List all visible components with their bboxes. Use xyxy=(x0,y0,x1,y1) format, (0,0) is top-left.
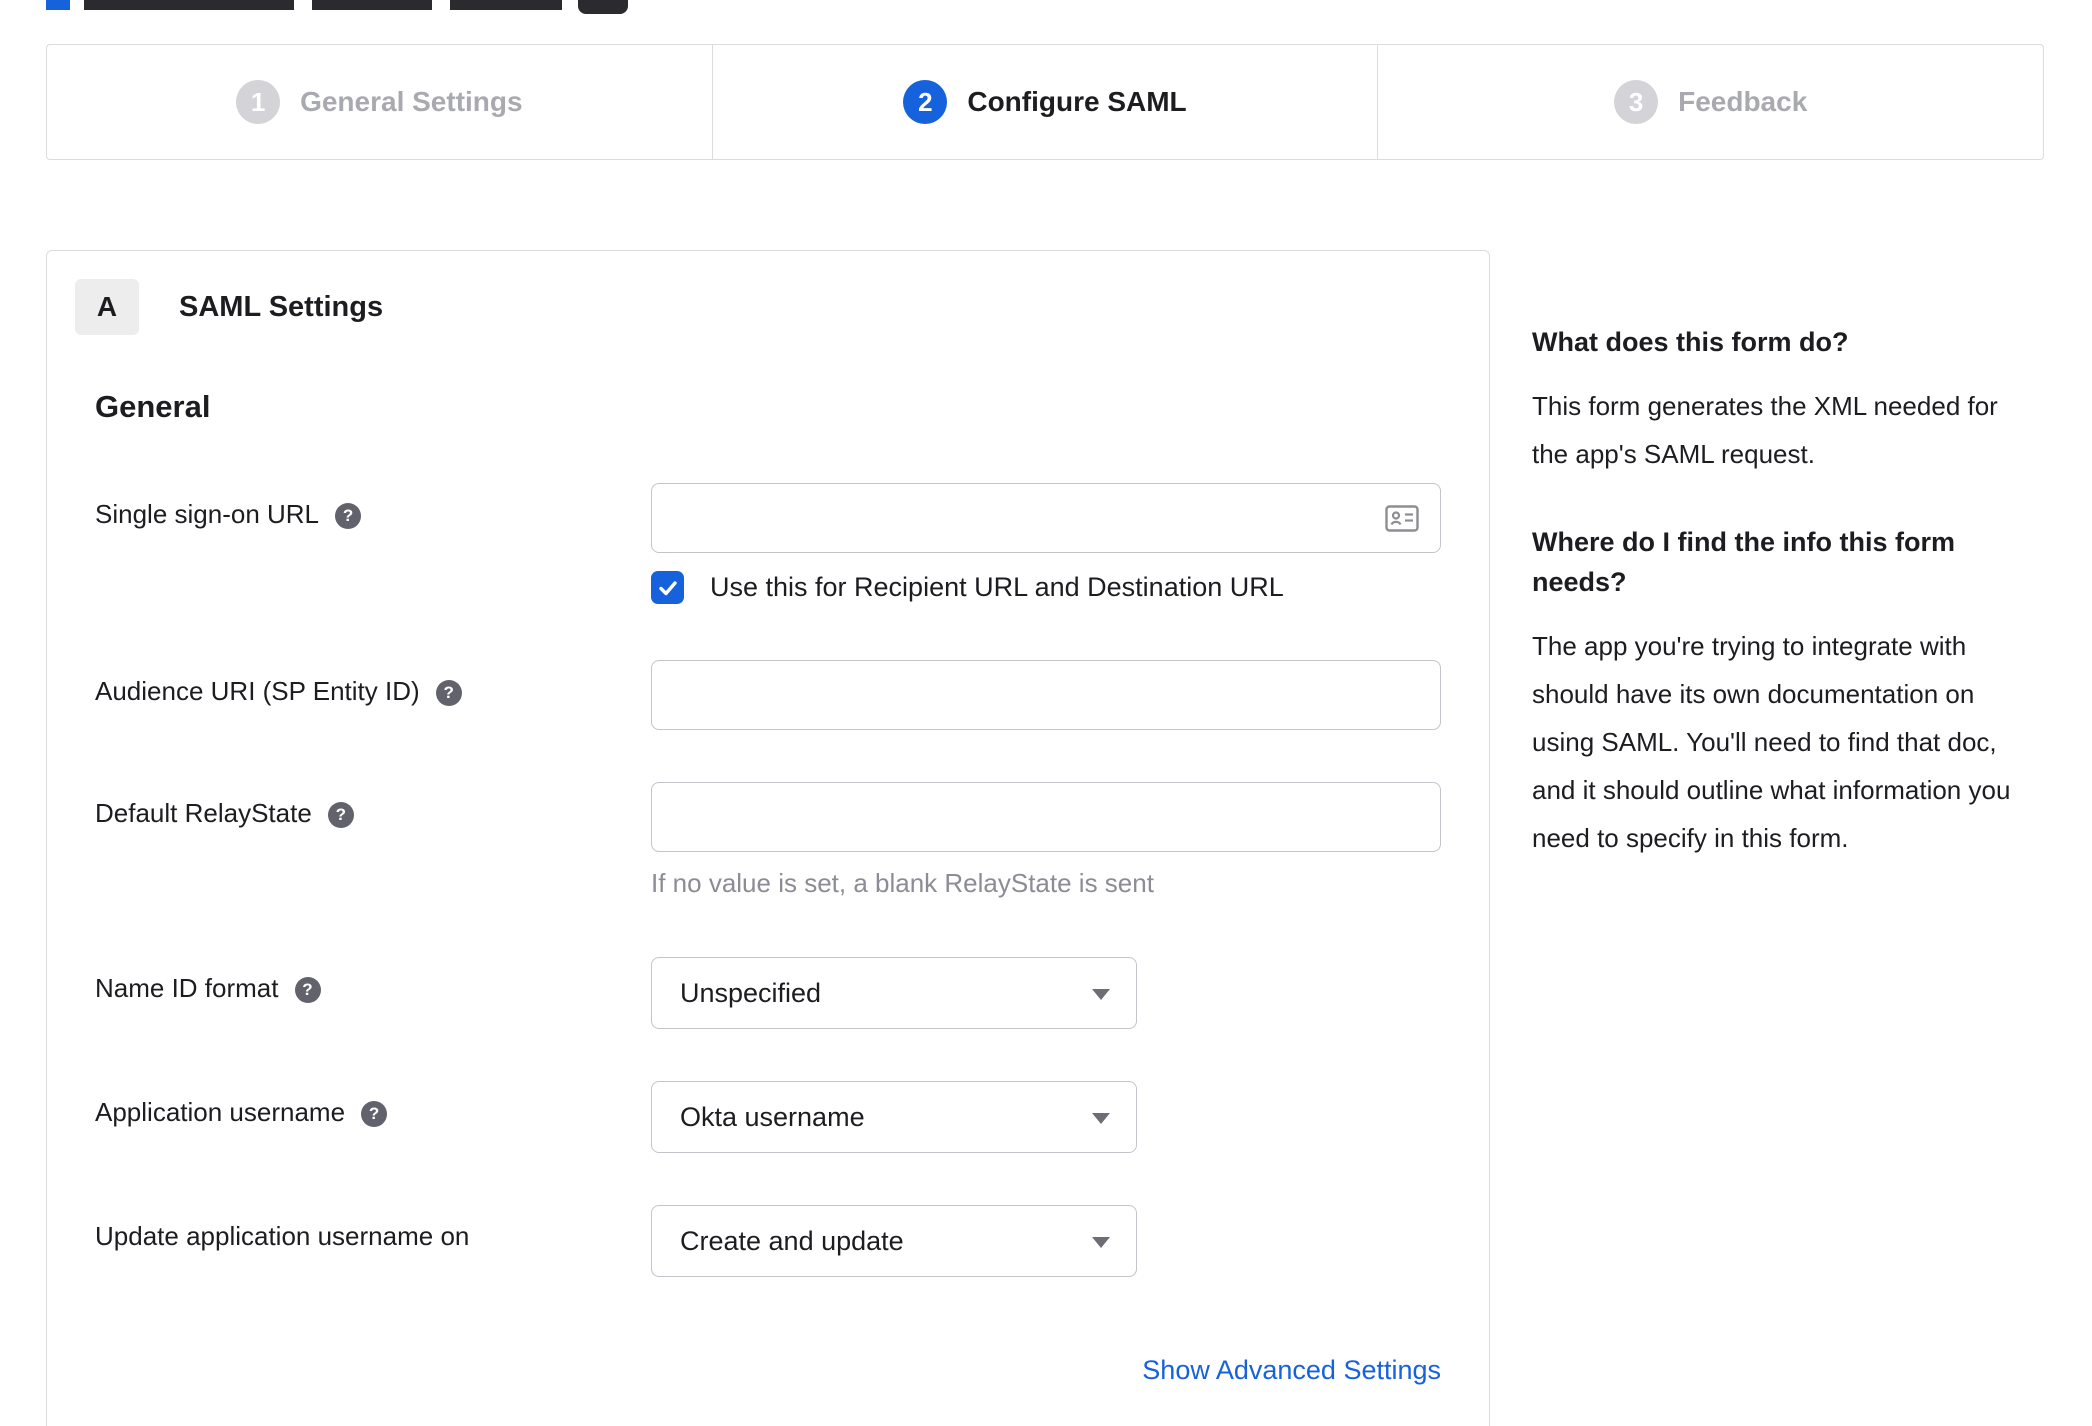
step-feedback[interactable]: 3 Feedback xyxy=(1377,45,2043,159)
sso-recipient-checkbox-row: Use this for Recipient URL and Destinati… xyxy=(651,571,1441,604)
chevron-down-icon xyxy=(1092,989,1110,1000)
relaystate-input[interactable] xyxy=(651,782,1441,852)
general-section-title: General xyxy=(95,389,211,424)
step-configure-saml[interactable]: 2 Configure SAML xyxy=(711,45,1378,159)
audience-uri-row: Audience URI (SP Entity ID) ? xyxy=(95,660,1441,730)
help-answer-1: This form generates the XML needed for t… xyxy=(1532,391,1998,469)
step-3-label: Feedback xyxy=(1678,86,1808,117)
recipient-url-checkbox-label[interactable]: Use this for Recipient URL and Destinati… xyxy=(710,572,1284,603)
sso-url-label-group: Single sign-on URL ? xyxy=(95,483,651,530)
step-2-circle: 2 xyxy=(903,80,948,124)
update-username-select[interactable]: Create and update xyxy=(651,1205,1137,1277)
audience-uri-input[interactable] xyxy=(651,660,1441,730)
audience-uri-label-group: Audience URI (SP Entity ID) ? xyxy=(95,660,651,707)
app-username-select[interactable]: Okta username xyxy=(651,1081,1137,1153)
step-1-label: General Settings xyxy=(300,86,523,117)
help-sidebar: What does this form do? This form genera… xyxy=(1532,322,2040,862)
relaystate-label-group: Default RelayState ? xyxy=(95,782,651,829)
section-a-badge: A xyxy=(75,279,139,335)
nameid-format-label-group: Name ID format ? xyxy=(95,957,651,1004)
check-icon xyxy=(658,580,677,595)
clipped-logo-fragment xyxy=(46,0,70,10)
help-question-1: What does this form do? xyxy=(1532,327,1849,357)
update-username-control: Create and update xyxy=(651,1205,1441,1277)
advanced-settings-row: Show Advanced Settings xyxy=(95,1355,1441,1386)
update-username-label-group: Update application username on xyxy=(95,1205,651,1252)
update-username-value: Create and update xyxy=(680,1225,904,1256)
nameid-format-help-icon[interactable]: ? xyxy=(294,977,321,1003)
app-username-label-group: Application username ? xyxy=(95,1081,651,1128)
app-username-label: Application username xyxy=(95,1097,346,1127)
update-username-row: Update application username on Create an… xyxy=(95,1205,1441,1277)
app-username-value: Okta username xyxy=(680,1101,865,1132)
sso-url-input[interactable] xyxy=(651,483,1441,553)
nameid-format-select[interactable]: Unspecified xyxy=(651,957,1137,1029)
app-username-control: Okta username xyxy=(651,1081,1441,1153)
audience-uri-input-wrap xyxy=(651,660,1441,730)
audience-uri-label: Audience URI (SP Entity ID) xyxy=(95,676,420,706)
nameid-format-label: Name ID format xyxy=(95,973,279,1003)
step-1-circle: 1 xyxy=(236,80,281,124)
audience-uri-control xyxy=(651,660,1441,730)
wizard-stepper: 1 General Settings 2 Configure SAML 3 Fe… xyxy=(46,44,2044,160)
help-answer-2: The app you're trying to integrate with … xyxy=(1532,631,2011,853)
relaystate-control: If no value is set, a blank RelayState i… xyxy=(651,782,1441,899)
contact-card-icon[interactable] xyxy=(1385,505,1419,532)
clipped-title-fragment xyxy=(450,0,562,10)
relaystate-label: Default RelayState xyxy=(95,798,312,828)
sso-url-label: Single sign-on URL xyxy=(95,499,320,529)
relaystate-help-icon[interactable]: ? xyxy=(327,802,354,828)
step-3-circle: 3 xyxy=(1614,80,1659,124)
clipped-title-fragment xyxy=(84,0,294,10)
nameid-format-control: Unspecified xyxy=(651,957,1441,1029)
app-username-row: Application username ? Okta username xyxy=(95,1081,1441,1153)
chevron-down-icon xyxy=(1092,1113,1110,1124)
show-advanced-settings-link[interactable]: Show Advanced Settings xyxy=(1142,1355,1441,1385)
step-2-label: Configure SAML xyxy=(967,86,1187,117)
chevron-down-icon xyxy=(1092,1237,1110,1248)
clipped-icon-fragment xyxy=(578,0,628,14)
relaystate-hint: If no value is set, a blank RelayState i… xyxy=(651,868,1154,898)
relaystate-row: Default RelayState ? If no value is set,… xyxy=(95,782,1441,899)
sso-url-row: Single sign-on URL ? Use this for Recipi… xyxy=(95,483,1441,604)
saml-settings-card: A SAML Settings General Single sign-on U… xyxy=(46,250,1490,1426)
saml-wizard-page: 1 General Settings 2 Configure SAML 3 Fe… xyxy=(0,0,2092,1426)
audience-uri-help-icon[interactable]: ? xyxy=(435,680,462,706)
relaystate-input-wrap xyxy=(651,782,1441,852)
step-general-settings[interactable]: 1 General Settings xyxy=(47,45,712,159)
sso-url-help-icon[interactable]: ? xyxy=(335,503,362,529)
update-username-label: Update application username on xyxy=(95,1221,470,1251)
app-username-help-icon[interactable]: ? xyxy=(361,1101,388,1127)
saml-settings-header: A SAML Settings xyxy=(75,279,1441,335)
clipped-title-fragment xyxy=(312,0,432,10)
sso-url-control: Use this for Recipient URL and Destinati… xyxy=(651,483,1441,604)
saml-settings-title: SAML Settings xyxy=(179,290,384,323)
sso-url-input-wrap xyxy=(651,483,1441,553)
recipient-url-checkbox[interactable] xyxy=(651,571,684,604)
help-question-2: Where do I find the info this form needs… xyxy=(1532,527,1955,597)
nameid-format-value: Unspecified xyxy=(680,977,822,1008)
nameid-format-row: Name ID format ? Unspecified xyxy=(95,957,1441,1029)
